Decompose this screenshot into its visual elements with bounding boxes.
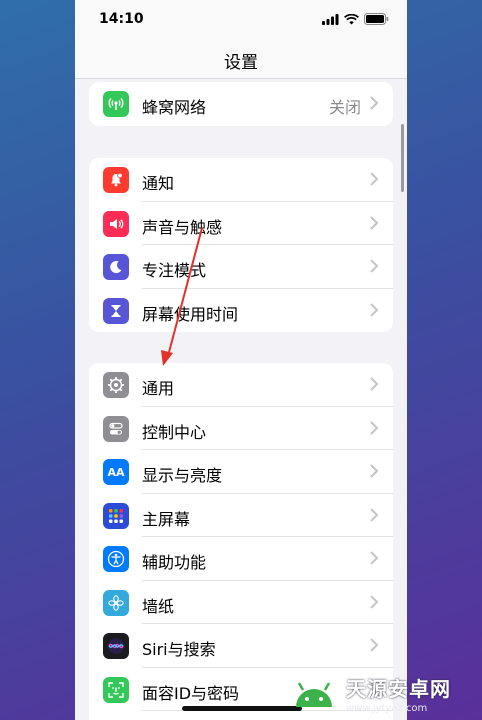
watermark-title: 天源安卓网 <box>346 676 451 701</box>
watermark-url: www.jytyaz.com <box>346 702 428 714</box>
annotation-arrow <box>161 227 203 366</box>
android-logo-icon <box>296 682 332 707</box>
watermark-text: 天源安卓网 www.jytyaz.com <box>346 673 451 714</box>
watermark: 天源安卓网 www.jytyaz.com <box>290 666 480 720</box>
